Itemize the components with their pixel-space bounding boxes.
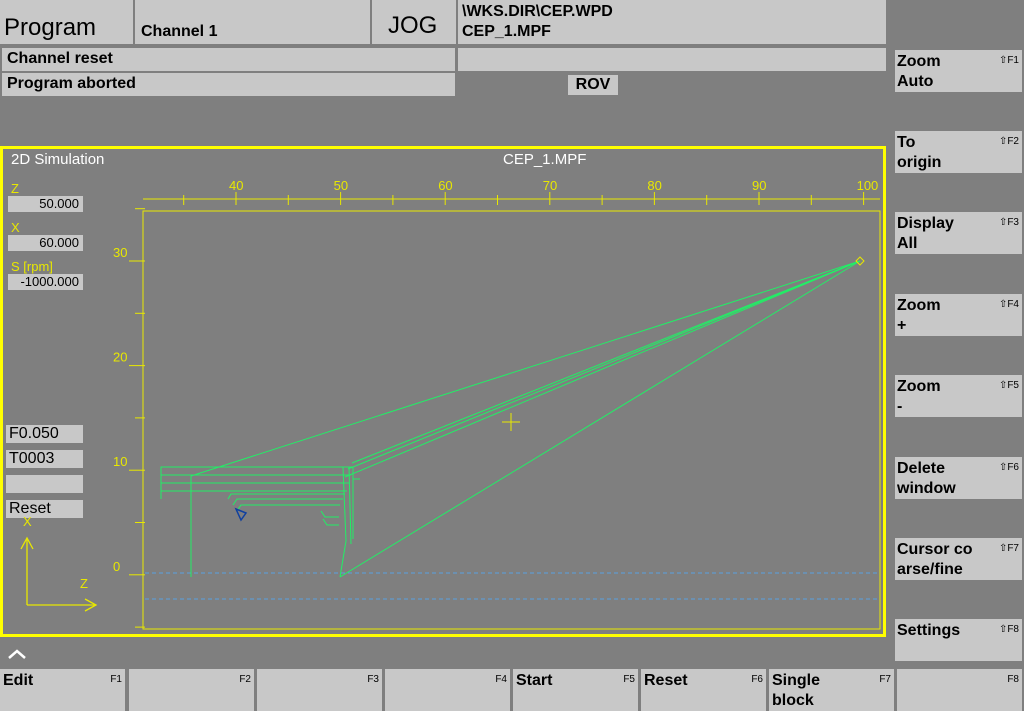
- softkey-label-line2: arse/fine: [897, 561, 963, 578]
- left-ruler-label: 30: [113, 245, 127, 260]
- softkey-label-line2: window: [897, 480, 956, 497]
- left-ruler-label: 10: [113, 454, 127, 469]
- softkey-shift-f3[interactable]: Display All ⇧F3: [895, 212, 1022, 254]
- softkey-key-hint: F5: [623, 674, 635, 685]
- softkey-key-hint: ⇧F3: [998, 217, 1019, 228]
- program-path-file: CEP_1.MPF: [462, 23, 551, 40]
- axis-z-label: Z: [80, 576, 88, 591]
- softkey-key-hint: ⇧F5: [998, 380, 1019, 391]
- softkey-label-line2: -: [897, 398, 903, 415]
- softkey-f6[interactable]: Reset F6: [641, 669, 766, 711]
- channel-status: Channel reset: [2, 48, 455, 71]
- program-path: \WKS.DIR\CEP.WPD CEP_1.MPF: [458, 0, 886, 44]
- softkey-key-hint: F8: [1007, 674, 1019, 685]
- top-ruler-label: 100: [857, 178, 879, 193]
- softkey-f4[interactable]: F4: [385, 669, 510, 711]
- tool-icon: [234, 507, 248, 522]
- crosshair-icon[interactable]: [502, 413, 520, 431]
- rov-badge: ROV: [568, 75, 618, 95]
- left-ruler-label: 0: [113, 559, 120, 574]
- axis-x-label: X: [23, 514, 32, 529]
- softkey-shift-f2[interactable]: To origin ⇧F2: [895, 131, 1022, 173]
- simulation-window: 2D Simulation CEP_1.MPF Z 50.000 X 60.00…: [0, 146, 886, 637]
- softkey-label-line2: All: [897, 235, 918, 252]
- softkey-label-line2: block: [772, 692, 814, 709]
- softkey-key-hint: F1: [110, 674, 122, 685]
- softkey-f1[interactable]: Edit F1: [0, 669, 125, 711]
- operating-mode: JOG: [372, 0, 456, 44]
- softkey-key-hint: F7: [879, 674, 891, 685]
- simulation-canvas[interactable]: X Z 40 50 60 70 80 90 100 3020100: [3, 149, 883, 634]
- channel-name: Channel 1: [135, 0, 370, 44]
- left-ruler-label: 20: [113, 350, 127, 365]
- softkey-f7[interactable]: Single block F7: [769, 669, 894, 711]
- softkey-key-hint: ⇧F2: [998, 136, 1019, 147]
- softkey-shift-f8[interactable]: Settings ⇧F8: [895, 619, 1022, 661]
- softkey-shift-f4[interactable]: Zoom + ⇧F4: [895, 294, 1022, 336]
- softkey-key-hint: F6: [751, 674, 763, 685]
- top-ruler-label: 60: [438, 178, 452, 193]
- softkey-shift-f7[interactable]: Cursor co arse/fine ⇧F7: [895, 538, 1022, 580]
- program-path-dir: \WKS.DIR\CEP.WPD: [462, 3, 613, 20]
- softkey-label-line2: Auto: [897, 73, 934, 90]
- softkey-f2[interactable]: F2: [129, 669, 254, 711]
- softkey-key-hint: F2: [239, 674, 251, 685]
- softkey-f5[interactable]: Start F5: [513, 669, 638, 711]
- top-ruler-label: 70: [543, 178, 557, 193]
- softkey-key-hint: ⇧F4: [998, 299, 1019, 310]
- top-ruler-label: 40: [229, 178, 243, 193]
- softkey-key-hint: F4: [495, 674, 507, 685]
- softkey-label-line1: Edit: [3, 672, 34, 689]
- softkey-label-line1: Reset: [644, 672, 688, 689]
- top-ruler-label: 50: [334, 178, 348, 193]
- axis-indicator: [20, 536, 98, 612]
- top-ruler: 40 50 60 70 80 90 100: [143, 178, 880, 205]
- left-ruler: 30 20 10 0: [113, 208, 145, 629]
- top-ruler-label: 90: [752, 178, 766, 193]
- softkey-label-line2: origin: [897, 154, 942, 171]
- softkey-key-hint: ⇧F1: [998, 55, 1019, 66]
- softkey-label-line2: +: [897, 317, 907, 334]
- softkey-key-hint: ⇧F8: [998, 624, 1019, 635]
- softkey-f8[interactable]: F8: [897, 669, 1022, 711]
- softkey-key-hint: ⇧F7: [998, 543, 1019, 554]
- softkey-shift-f5[interactable]: Zoom - ⇧F5: [895, 375, 1022, 417]
- top-ruler-label: 80: [647, 178, 661, 193]
- softkey-label-line1: Start: [516, 672, 553, 689]
- recall-icon[interactable]: [6, 645, 30, 663]
- softkey-key-hint: F3: [367, 674, 379, 685]
- area-title: Program: [0, 0, 133, 44]
- caret-up-icon: [8, 649, 26, 659]
- softkey-shift-f6[interactable]: Delete window ⇧F6: [895, 457, 1022, 499]
- softkey-shift-f1[interactable]: Zoom Auto ⇧F1: [895, 50, 1022, 92]
- program-status: Program aborted: [2, 73, 455, 96]
- softkey-key-hint: ⇧F6: [998, 462, 1019, 473]
- softkey-label-line1: Single: [772, 672, 821, 689]
- status-message-area: [458, 48, 886, 71]
- softkey-f3[interactable]: F3: [257, 669, 382, 711]
